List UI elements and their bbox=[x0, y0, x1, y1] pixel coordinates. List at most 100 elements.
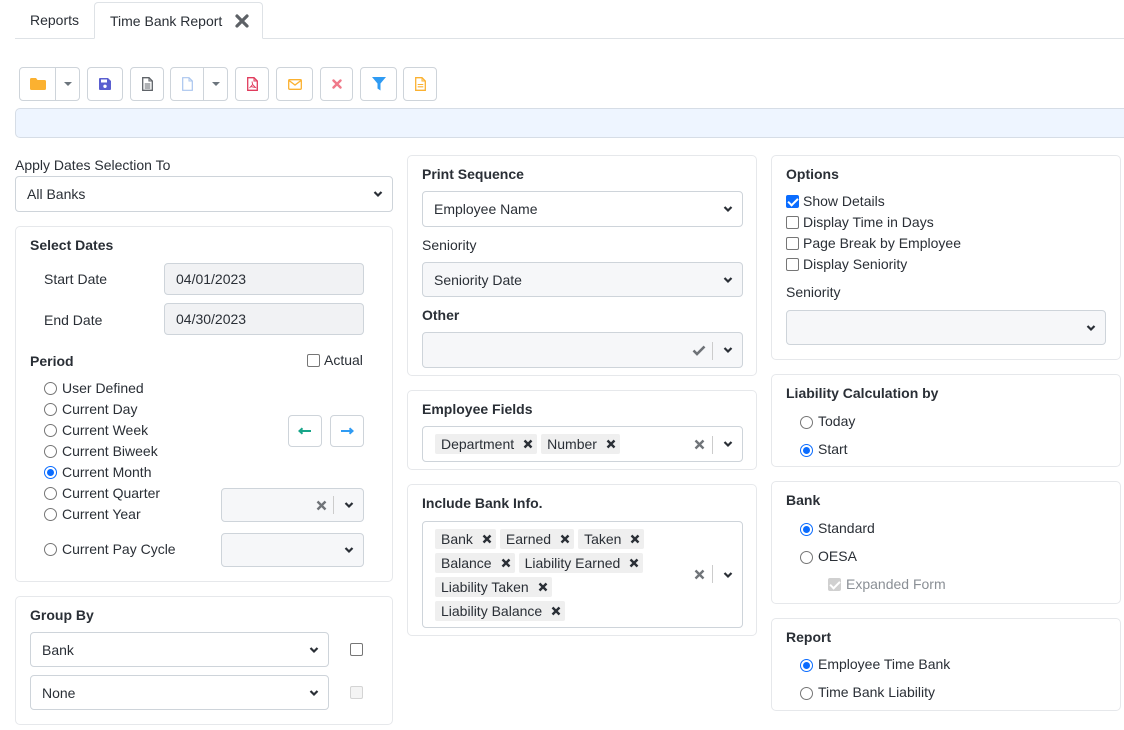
group-by-value: Bank bbox=[42, 642, 74, 658]
close-icon bbox=[331, 79, 342, 89]
quarter-year-select[interactable] bbox=[221, 488, 364, 522]
period-option-label[interactable]: User Defined bbox=[62, 380, 144, 396]
print-sequence-select[interactable]: Employee Name bbox=[422, 191, 743, 227]
chip-label: Bank bbox=[441, 531, 473, 547]
group-by-select-2[interactable]: None bbox=[30, 675, 329, 710]
other-select[interactable] bbox=[422, 332, 743, 368]
bank-info-multiselect[interactable]: Bank Earned Taken Balance Liability Earn… bbox=[422, 521, 743, 628]
chip-label: Liability Balance bbox=[441, 603, 543, 619]
options-seniority-select[interactable] bbox=[786, 310, 1106, 345]
new-button[interactable] bbox=[170, 67, 228, 101]
remove-chip-icon[interactable] bbox=[501, 558, 511, 568]
employee-fields-multiselect[interactable]: Department Number bbox=[422, 426, 743, 462]
clear-all-icon[interactable] bbox=[694, 569, 705, 580]
start-date-input[interactable]: 04/01/2023 bbox=[164, 263, 364, 295]
period-radio-current-year[interactable] bbox=[44, 508, 57, 521]
liability-calculation-panel: Liability Calculation by Today Start bbox=[771, 374, 1121, 467]
open-button[interactable] bbox=[19, 67, 80, 101]
period-option-label[interactable]: Current Year bbox=[62, 506, 141, 522]
previous-period-button[interactable] bbox=[288, 415, 322, 447]
next-period-button[interactable] bbox=[330, 415, 364, 447]
remove-chip-icon[interactable] bbox=[523, 439, 533, 449]
chip-row: Balance Liability Earned bbox=[435, 553, 675, 573]
tab-reports[interactable]: Reports bbox=[15, 2, 94, 39]
new-dropdown-button[interactable] bbox=[203, 68, 227, 100]
group-by-checkbox-1[interactable] bbox=[350, 643, 363, 656]
show-details-checkbox[interactable] bbox=[786, 195, 799, 208]
period-radio-current-quarter[interactable] bbox=[44, 487, 57, 500]
actual-label[interactable]: Actual bbox=[324, 352, 363, 368]
chevron-down-icon bbox=[723, 572, 733, 579]
option-label[interactable]: Show Details bbox=[803, 193, 885, 209]
pay-cycle-select[interactable] bbox=[221, 533, 364, 567]
period-option-label[interactable]: Current Day bbox=[62, 401, 137, 417]
filter-button[interactable] bbox=[360, 67, 397, 101]
liability-option-label[interactable]: Start bbox=[818, 441, 848, 457]
caret-down-icon bbox=[211, 82, 220, 86]
remove-chip-icon[interactable] bbox=[560, 534, 570, 544]
chevron-down-icon bbox=[344, 547, 354, 554]
start-date-label: Start Date bbox=[44, 271, 108, 287]
option-label[interactable]: Page Break by Employee bbox=[803, 235, 961, 251]
period-radio-current-biweek[interactable] bbox=[44, 445, 57, 458]
info-bar bbox=[15, 108, 1124, 138]
report-radio-time-bank-liability[interactable] bbox=[800, 687, 813, 700]
period-radio-current-pay-cycle[interactable] bbox=[44, 543, 57, 556]
tab-time-bank-report[interactable]: Time Bank Report bbox=[94, 2, 263, 39]
clear-icon[interactable] bbox=[316, 500, 327, 511]
remove-chip-icon[interactable] bbox=[538, 582, 548, 592]
bank-info-panel: Include Bank Info. Bank Earned Taken Bal… bbox=[407, 484, 757, 636]
report-option-label[interactable]: Employee Time Bank bbox=[818, 656, 950, 672]
new-main[interactable] bbox=[171, 68, 203, 100]
save-button[interactable] bbox=[87, 67, 123, 101]
remove-chip-icon[interactable] bbox=[629, 558, 639, 568]
close-icon[interactable] bbox=[234, 13, 250, 29]
remove-chip-icon[interactable] bbox=[630, 534, 640, 544]
period-option-label[interactable]: Current Pay Cycle bbox=[62, 541, 176, 557]
remove-chip-icon[interactable] bbox=[482, 534, 492, 544]
open-main[interactable] bbox=[20, 68, 55, 100]
option-label[interactable]: Display Time in Days bbox=[803, 214, 934, 230]
chip-label: Liability Earned bbox=[524, 555, 621, 571]
delete-button[interactable] bbox=[320, 67, 353, 101]
filter-icon bbox=[371, 77, 386, 91]
display-time-in-days-checkbox[interactable] bbox=[786, 216, 799, 229]
pdf-icon bbox=[246, 77, 258, 91]
period-radio-current-month[interactable] bbox=[44, 466, 57, 479]
open-dropdown-button[interactable] bbox=[55, 68, 79, 100]
period-radio-user-defined[interactable] bbox=[44, 382, 57, 395]
period-option-label[interactable]: Current Month bbox=[62, 464, 151, 480]
remove-chip-icon[interactable] bbox=[551, 606, 561, 616]
bank-radio-oesa[interactable] bbox=[800, 551, 813, 564]
print-sequence-value: Employee Name bbox=[434, 201, 538, 217]
bank-option-label[interactable]: OESA bbox=[818, 548, 857, 564]
report-radio-employee-time-bank[interactable] bbox=[800, 659, 813, 672]
period-radio-current-day[interactable] bbox=[44, 403, 57, 416]
group-by-select-1[interactable]: Bank bbox=[30, 632, 329, 667]
export-button[interactable] bbox=[403, 67, 437, 101]
liability-option-label[interactable]: Today bbox=[818, 413, 855, 429]
clear-all-icon[interactable] bbox=[694, 439, 705, 450]
page-break-by-employee-checkbox[interactable] bbox=[786, 237, 799, 250]
chevron-down-icon bbox=[723, 277, 733, 284]
liability-radio-today[interactable] bbox=[800, 416, 813, 429]
period-radio-current-week[interactable] bbox=[44, 424, 57, 437]
period-option-label[interactable]: Current Biweek bbox=[62, 443, 158, 459]
period-option-label[interactable]: Current Quarter bbox=[62, 485, 160, 501]
bank-option-label[interactable]: Standard bbox=[818, 520, 875, 536]
preview-button[interactable] bbox=[130, 67, 164, 101]
report-option-label[interactable]: Time Bank Liability bbox=[818, 684, 935, 700]
end-date-input[interactable]: 04/30/2023 bbox=[164, 303, 364, 335]
option-label[interactable]: Display Seniority bbox=[803, 256, 907, 272]
remove-chip-icon[interactable] bbox=[606, 439, 616, 449]
email-button[interactable] bbox=[276, 67, 313, 101]
seniority-select[interactable]: Seniority Date bbox=[422, 262, 743, 297]
period-option-label[interactable]: Current Week bbox=[62, 422, 148, 438]
liability-radio-start[interactable] bbox=[800, 444, 813, 457]
bank-radio-standard[interactable] bbox=[800, 523, 813, 536]
apply-dates-select[interactable]: All Banks bbox=[15, 176, 393, 212]
display-seniority-checkbox[interactable] bbox=[786, 258, 799, 271]
actual-checkbox[interactable] bbox=[307, 354, 320, 367]
chip-label: Balance bbox=[441, 555, 492, 571]
pdf-button[interactable] bbox=[235, 67, 269, 101]
